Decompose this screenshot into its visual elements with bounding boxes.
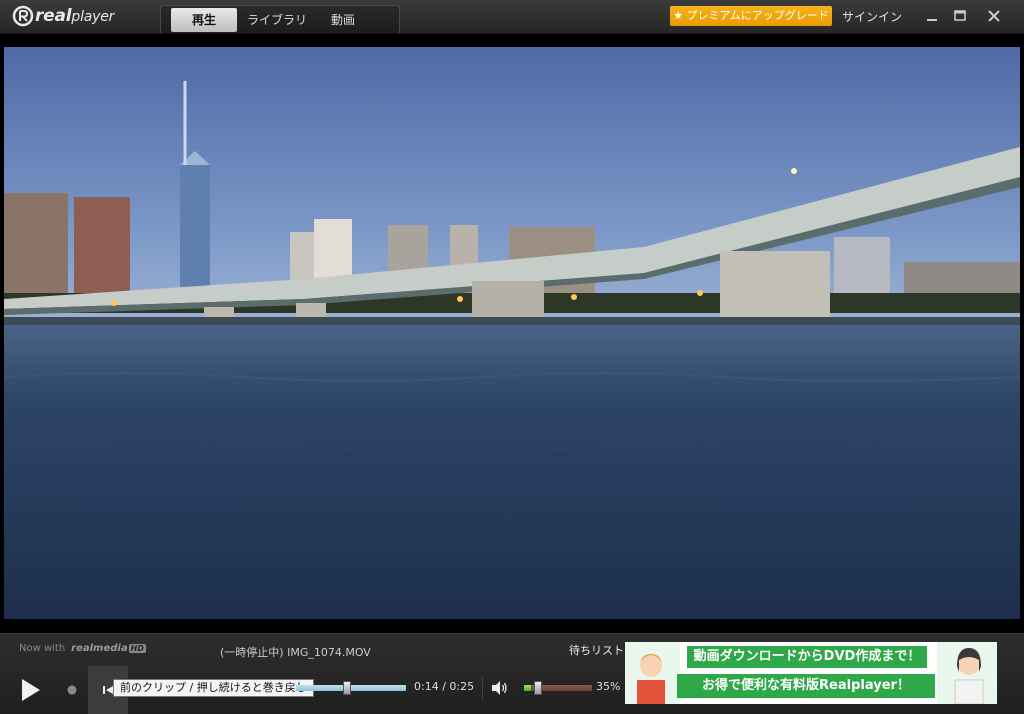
minimize-button[interactable] (922, 6, 942, 26)
maximize-button[interactable] (950, 6, 970, 26)
video-display[interactable] (4, 47, 1020, 619)
volume-thumb[interactable] (534, 681, 542, 695)
maximize-icon (954, 10, 966, 21)
volume-button[interactable] (491, 680, 509, 696)
title-bar: realplayer 再生 ライブラリ 動画 ★ プレミアムにアップグレード サ… (0, 0, 1024, 34)
play-button[interactable] (12, 672, 48, 708)
volume-level (524, 685, 531, 691)
previous-clip-tooltip: 前のクリップ / 押し続けると巻き戻し (113, 679, 314, 697)
close-icon (988, 10, 1000, 22)
control-panel: Now with realmedia HD (一時停止中) IMG_1074.MO… (0, 633, 1024, 714)
realplayer-logo-icon (12, 5, 34, 27)
minimize-icon (927, 19, 937, 21)
main-tabs: 再生 ライブラリ 動画 (160, 5, 400, 33)
time-display: 0:14 / 0:25 (414, 680, 475, 693)
now-with-text: Now with (19, 643, 66, 654)
tab-video[interactable]: 動画 (317, 8, 369, 32)
tab-library[interactable]: ライブラリ (237, 8, 317, 32)
stop-icon (67, 685, 77, 695)
logo-text: realplayer (35, 6, 115, 26)
ad-headline: 動画ダウンロードからDVD作成まで！ (687, 646, 927, 668)
hd-badge: HD (128, 644, 146, 653)
video-frame-image (4, 47, 1020, 619)
playback-status: (一時停止中) IMG_1074.MOV (220, 646, 371, 659)
video-frame (0, 34, 1024, 633)
play-icon (22, 679, 40, 701)
control-divider (482, 677, 483, 701)
signin-link[interactable]: サインイン (842, 8, 902, 25)
queue-list-button[interactable]: 待ちリスト (569, 642, 624, 658)
stop-button[interactable] (64, 682, 80, 698)
seek-bar[interactable] (296, 685, 406, 691)
now-with-label: Now with realmedia HD (19, 643, 146, 654)
upgrade-button[interactable]: ★ プレミアムにアップグレード (670, 6, 832, 26)
volume-percent: 35% (596, 680, 621, 693)
close-button[interactable] (984, 6, 1004, 26)
ad-banner[interactable]: 動画ダウンロードからDVD作成まで！ お得で便利な有料版Realplayer！ (625, 642, 997, 704)
ad-subline: お得で便利な有料版Realplayer！ (677, 674, 935, 698)
volume-icon (492, 681, 507, 695)
seek-thumb[interactable] (343, 681, 351, 695)
realmedia-logo: realmedia HD (71, 643, 146, 654)
tab-play[interactable]: 再生 (171, 7, 237, 32)
realplayer-logo: realplayer (12, 5, 114, 27)
